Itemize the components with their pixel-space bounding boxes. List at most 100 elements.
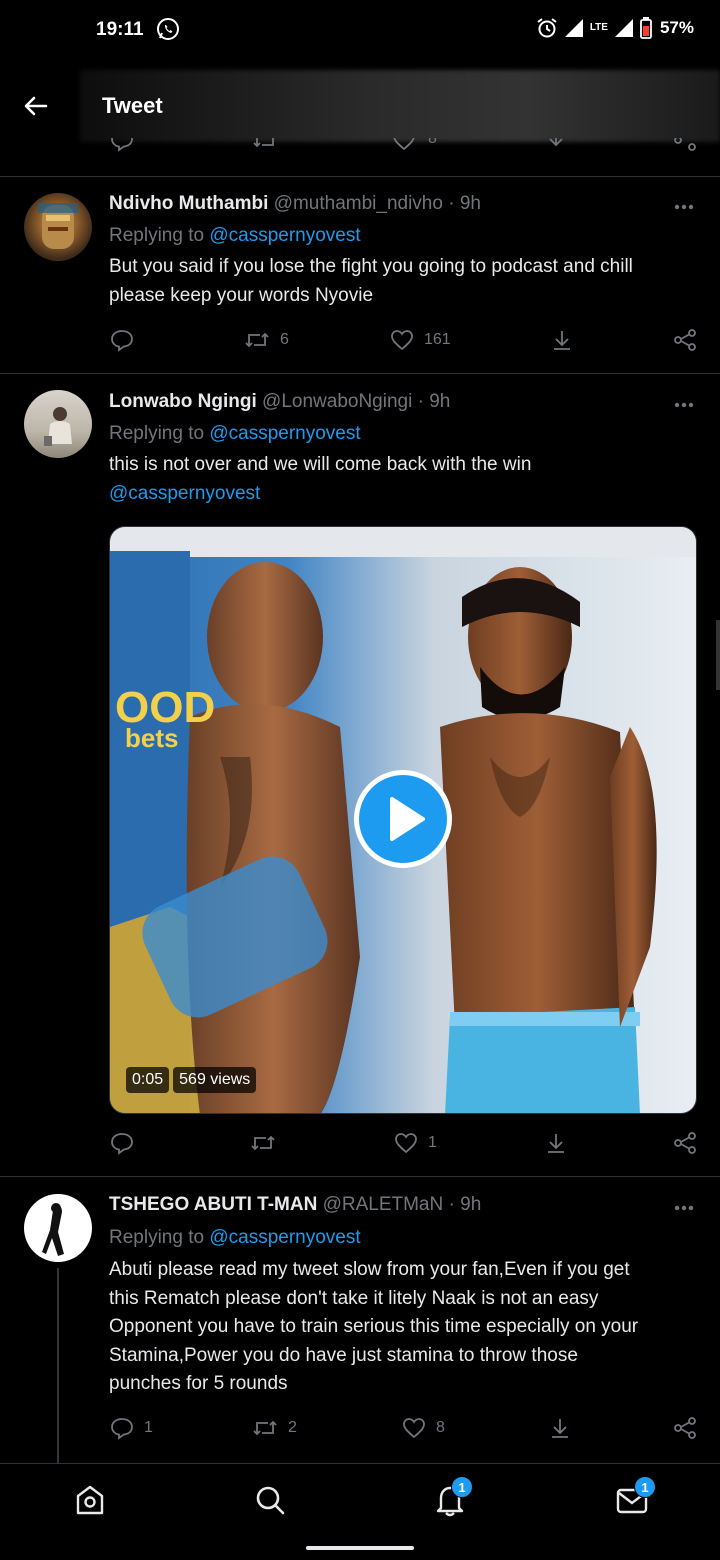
- like-button[interactable]: 8: [402, 1416, 445, 1440]
- share-button[interactable]: [673, 1131, 697, 1155]
- author-name[interactable]: Ndivho Muthambi: [109, 193, 268, 214]
- battery-icon: [640, 17, 652, 39]
- mention-link[interactable]: @casspernyovest: [209, 423, 360, 444]
- share-icon: [674, 1132, 696, 1154]
- reply-icon[interactable]: [110, 138, 134, 152]
- home-icon[interactable]: [72, 1482, 108, 1518]
- like-count: 8: [436, 1419, 445, 1436]
- author-name[interactable]: TSHEGO ABUTI T-MAN: [109, 1194, 317, 1215]
- tweet-text: this is not over and we will come back w…: [109, 451, 699, 508]
- header-blur-backdrop: [80, 70, 720, 142]
- tweet[interactable]: Ndivho Muthambi @muthambi_ndivho · 9h Re…: [0, 176, 720, 373]
- analytics-icon[interactable]: [544, 138, 568, 152]
- like-count: 161: [424, 331, 451, 348]
- like-count: 1: [428, 1134, 437, 1151]
- like-icon[interactable]: [392, 138, 416, 152]
- author-handle[interactable]: @muthambi_ndivho: [274, 193, 443, 214]
- signal-icon: [614, 19, 633, 37]
- tweet-text-line: Opponent you have to train serious this …: [109, 1316, 639, 1337]
- more-icon[interactable]: [674, 402, 694, 408]
- retweet-icon: [253, 1420, 277, 1436]
- avatar-image: [44, 407, 72, 446]
- tweet-text-line: But you said if you lose the fight you g…: [109, 256, 633, 277]
- more-icon[interactable]: [674, 1205, 694, 1211]
- share-icon[interactable]: [673, 138, 697, 152]
- analytics-button[interactable]: [548, 1416, 572, 1440]
- author-handle[interactable]: @LonwaboNgingi: [262, 391, 412, 412]
- video-views: 569 views: [173, 1067, 257, 1093]
- tweet-text-line: Abuti please read my tweet slow from you…: [109, 1259, 630, 1280]
- video-player[interactable]: OOD bets 0:05 569 views: [109, 526, 697, 1114]
- reply-count: 1: [144, 1419, 153, 1436]
- alarm-icon: [537, 18, 557, 38]
- tweet-text-line: this is not over and we will come back w…: [109, 454, 532, 475]
- signal-icon: [564, 19, 583, 37]
- retweet-button[interactable]: 6: [244, 328, 289, 352]
- tweet-text: But you said if you lose the fight you g…: [109, 253, 699, 310]
- search-icon[interactable]: [252, 1482, 288, 1518]
- retweet-icon[interactable]: [252, 138, 278, 152]
- tweet-text-line: Stamina,Power you do have just stamina t…: [109, 1344, 578, 1366]
- replying-to: Replying to @casspernyovest: [109, 1227, 361, 1249]
- mention-link[interactable]: @casspernyovest: [109, 480, 699, 509]
- tweet-time: · 9h: [448, 193, 481, 214]
- share-button[interactable]: [673, 1416, 697, 1440]
- tweet-text-line: please keep your words Nyovie: [109, 284, 374, 306]
- like-button[interactable]: 161: [390, 328, 451, 352]
- tweet-actions: 6 161: [0, 328, 720, 358]
- retweet-icon: [245, 332, 269, 348]
- like-count: 8: [428, 138, 437, 147]
- avatar[interactable]: [24, 390, 92, 458]
- like-icon: [403, 1418, 425, 1439]
- reply-icon: [111, 1133, 133, 1155]
- scrollbar[interactable]: [716, 620, 720, 690]
- analytics-icon: [554, 331, 570, 350]
- status-time: 19:11: [96, 19, 144, 40]
- analytics-icon: [552, 1419, 568, 1438]
- retweet-button[interactable]: [250, 1131, 286, 1155]
- reply-button[interactable]: 1: [110, 1416, 153, 1440]
- more-icon[interactable]: [674, 204, 694, 210]
- play-icon: [390, 797, 425, 841]
- tweet[interactable]: Lonwabo Ngingi @LonwaboNgingi · 9h Reply…: [0, 373, 720, 1176]
- author-name[interactable]: Lonwabo Ngingi: [109, 391, 257, 412]
- page-title: Tweet: [102, 93, 163, 118]
- avatar-image: [42, 1203, 64, 1256]
- tweet-header: TSHEGO ABUTI T-MAN @RALETMaN · 9h: [109, 1194, 481, 1216]
- reply-button[interactable]: [110, 1131, 134, 1155]
- notification-badge: 1: [451, 1476, 473, 1498]
- avatar[interactable]: [24, 193, 92, 261]
- share-button[interactable]: [673, 328, 697, 352]
- analytics-button[interactable]: [544, 1131, 568, 1155]
- reply-icon: [111, 330, 133, 352]
- tweet-text: Abuti please read my tweet slow from you…: [109, 1256, 699, 1399]
- tweet-header: Ndivho Muthambi @muthambi_ndivho · 9h: [109, 193, 481, 215]
- play-button[interactable]: [354, 770, 452, 868]
- replying-to: Replying to @casspernyovest: [109, 423, 361, 445]
- notifications-tab[interactable]: 1: [432, 1476, 473, 1518]
- avatar[interactable]: [24, 1194, 92, 1262]
- like-icon: [391, 330, 413, 351]
- message-badge: 1: [634, 1476, 656, 1498]
- author-handle[interactable]: @RALETMaN: [323, 1194, 444, 1215]
- home-indicator: [306, 1546, 414, 1550]
- analytics-icon: [548, 1134, 564, 1153]
- retweet-button[interactable]: 2: [252, 1416, 297, 1440]
- messages-tab[interactable]: 1: [614, 1476, 656, 1518]
- tweet-actions: 1 2 8: [0, 1416, 720, 1446]
- reply-icon: [111, 1418, 133, 1440]
- replying-to-prefix: Replying to: [109, 1227, 205, 1248]
- tweet[interactable]: TSHEGO ABUTI T-MAN @RALETMaN · 9h Replyi…: [0, 1176, 720, 1463]
- status-bar: 19:11 LTE 57%: [0, 0, 720, 60]
- header: Tweet: [0, 70, 720, 142]
- reply-button[interactable]: [110, 328, 134, 352]
- mention-link[interactable]: @casspernyovest: [209, 1227, 360, 1248]
- like-button[interactable]: 1: [394, 1131, 437, 1155]
- replying-to: Replying to @casspernyovest: [109, 225, 361, 247]
- mention-link[interactable]: @casspernyovest: [209, 225, 360, 246]
- retweet-count: 6: [280, 331, 289, 348]
- analytics-button[interactable]: [550, 328, 574, 352]
- back-arrow-icon[interactable]: [22, 92, 50, 120]
- replying-to-prefix: Replying to: [109, 225, 205, 246]
- video-badges: 0:05 569 views: [126, 1067, 257, 1093]
